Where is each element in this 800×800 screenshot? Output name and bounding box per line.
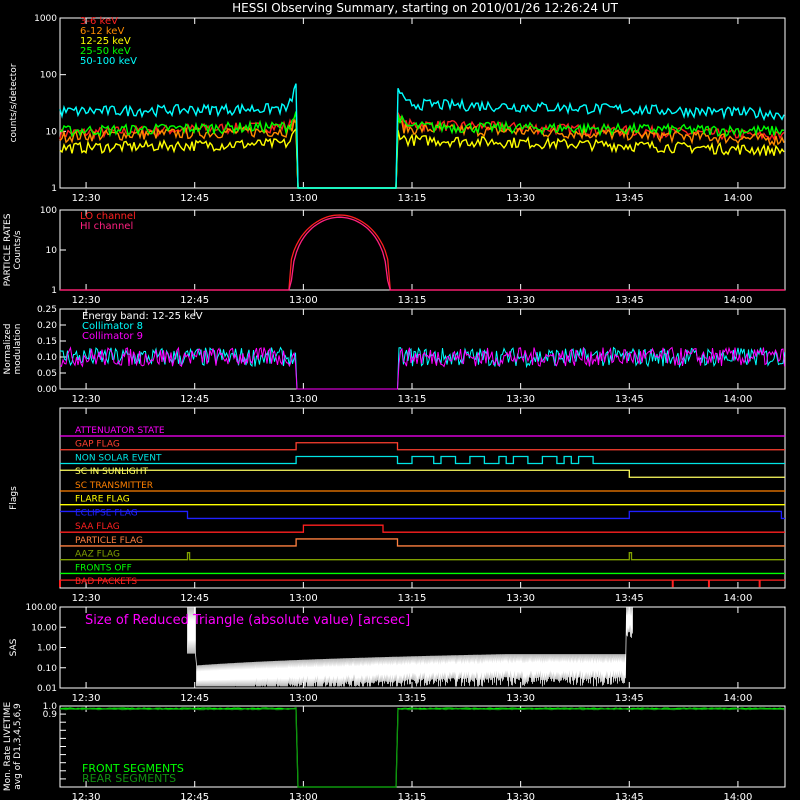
flag-label: AAZ FLAG [75, 550, 120, 560]
sas-annotation: Size of Reduced Triangle (absolute value… [85, 613, 410, 628]
flag-label: SAA FLAG [75, 522, 120, 532]
particles-xtick-label: 14:00 [724, 295, 753, 306]
livetime-xtick-label: 12:30 [72, 792, 101, 800]
livetime-ylabel-line: Mon. Rate LIVETIME [3, 702, 13, 792]
particles-ylabel-line: PARTICLE RATES [3, 213, 13, 286]
sas-xtick-label: 12:45 [180, 693, 209, 704]
sas-xtick-label: 13:45 [615, 693, 644, 704]
sas-xtick-label: 14:00 [724, 693, 753, 704]
modulation-ytick-label: 0.05 [37, 369, 57, 379]
modulation-ylabel: Normalized modulation [3, 323, 23, 374]
flags-xtick-label: 12:30 [72, 593, 101, 604]
flags-xtick-label: 14:00 [724, 593, 753, 604]
sas-ytick-label: 100.00 [26, 603, 58, 613]
livetime-ylabel: Mon. Rate LIVETIME avg of D1,3,4,5,6,9 [3, 702, 23, 792]
sas-ytick-label: 1.00 [37, 644, 57, 654]
livetime-legend-entry: REAR SEGMENTS [82, 772, 176, 785]
flag-label: SC IN SUNLIGHT [75, 467, 149, 477]
modulation-ytick-label: 0.10 [37, 353, 57, 363]
figure-title: HESSI Observing Summary, starting on 201… [232, 1, 618, 15]
modulation-xtick-label: 14:00 [724, 394, 753, 405]
counts-legend-entry: 50-100 keV [80, 56, 137, 67]
particles-xtick-label: 13:30 [506, 295, 535, 306]
livetime-ytick-label: 1.0 [43, 702, 58, 712]
counts-xtick-label: 13:45 [615, 193, 644, 204]
sas-xtick-label: 13:15 [398, 693, 427, 704]
flag-label: FLARE FLAG [75, 495, 130, 505]
particles-ylabel-line: Counts/s [13, 230, 23, 269]
counts-ytick-label: 1 [51, 184, 57, 194]
flags-xtick-label: 13:15 [398, 593, 427, 604]
counts-xtick-label: 13:00 [289, 193, 318, 204]
particles-ytick-label: 100 [40, 206, 57, 216]
counts-xtick-label: 12:45 [180, 193, 209, 204]
particles-ytick-label: 1 [51, 286, 57, 296]
livetime-xtick-label: 13:15 [398, 792, 427, 800]
sas-ytick-label: 10.00 [31, 623, 57, 633]
flag-label: ATTENUATOR STATE [75, 426, 165, 436]
sas-ytick-label: 0.01 [37, 684, 57, 694]
particles-xtick-label: 12:45 [180, 295, 209, 306]
flag-label: FRONTS OFF [75, 563, 132, 573]
counts-ylabel: counts/s/detector [9, 63, 19, 142]
modulation-ytick-label: 0.20 [37, 321, 57, 331]
flag-label: GAP FLAG [75, 440, 120, 450]
particles-xtick-label: 13:00 [289, 295, 318, 306]
flag-label: BAD PACKETS [75, 577, 137, 587]
modulation-ytick-label: 0.00 [37, 385, 57, 395]
flag-label: ECLIPSE FLAG [75, 508, 138, 518]
modulation-xtick-label: 12:30 [72, 394, 101, 405]
flag-label: PARTICLE FLAG [75, 536, 143, 546]
sas-ytick-label: 0.10 [37, 664, 57, 674]
modulation-xtick-label: 13:45 [615, 394, 644, 405]
flags-ylabel: Flags [9, 486, 19, 510]
hessi-summary-figure: HESSI Observing Summary, starting on 201… [0, 0, 800, 800]
flags-xtick-label: 12:45 [180, 593, 209, 604]
modulation-ytick-label: 0.15 [37, 337, 57, 347]
modulation-annotation: Energy band: 12-25 keV [82, 311, 203, 322]
livetime-xtick-label: 14:00 [724, 792, 753, 800]
modulation-ylabel-line: Normalized [3, 323, 13, 374]
particles-xtick-label: 13:45 [615, 295, 644, 306]
modulation-xtick-label: 13:15 [398, 394, 427, 405]
sas-xtick-label: 13:30 [506, 693, 535, 704]
counts-xtick-label: 13:15 [398, 193, 427, 204]
livetime-xtick-label: 13:00 [289, 792, 318, 800]
flag-label: NON SOLAR EVENT [75, 453, 162, 463]
counts-ylabel-line: counts/s/detector [9, 63, 19, 142]
particles-legend-entry: HI channel [80, 221, 133, 232]
flags-xtick-label: 13:30 [506, 593, 535, 604]
sas-xtick-label: 12:30 [72, 693, 101, 704]
modulation-legend-entry: Collimator 9 [82, 331, 143, 342]
particles-xtick-label: 12:30 [72, 295, 101, 306]
flags-xtick-label: 13:00 [289, 593, 318, 604]
counts-xtick-label: 13:30 [506, 193, 535, 204]
flags-xtick-label: 13:45 [615, 593, 644, 604]
flags-ylabel-line: Flags [9, 486, 19, 510]
modulation-xtick-label: 13:00 [289, 394, 318, 405]
livetime-ylabel-line: avg of D1,3,4,5,6,9 [13, 703, 23, 790]
counts-xtick-label: 14:00 [724, 193, 753, 204]
modulation-xtick-label: 12:45 [180, 394, 209, 405]
counts-ytick-label: 10 [46, 127, 58, 137]
particles-xtick-label: 13:15 [398, 295, 427, 306]
particles-ytick-label: 10 [46, 246, 58, 256]
flag-label: SC TRANSMITTER [75, 481, 153, 491]
modulation-ylabel-line: modulation [13, 324, 23, 375]
modulation-ytick-label: 0.25 [37, 305, 57, 315]
livetime-xtick-label: 13:30 [506, 792, 535, 800]
modulation-xtick-label: 13:30 [506, 394, 535, 405]
sas-ylabel-line: SAS [9, 638, 19, 656]
counts-ytick-label: 1000 [34, 14, 57, 24]
livetime-xtick-label: 13:45 [615, 792, 644, 800]
counts-xtick-label: 12:30 [72, 193, 101, 204]
livetime-xtick-label: 12:45 [180, 792, 209, 800]
sas-xtick-label: 13:00 [289, 693, 318, 704]
sas-ylabel: SAS [9, 638, 19, 656]
counts-ytick-label: 100 [40, 71, 57, 81]
